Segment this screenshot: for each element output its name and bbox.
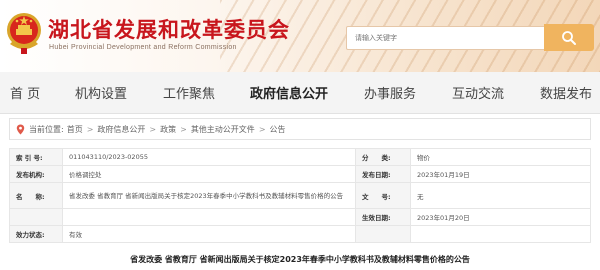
breadcrumb-item-home[interactable]: 首页 [67, 124, 83, 135]
site-header: 湖北省发展和改革委员会 Hubei Provincial Development… [0, 0, 600, 72]
nav-item-services[interactable]: 办事服务 [364, 83, 416, 102]
nav-item-data[interactable]: 数据发布 [540, 83, 592, 102]
breadcrumb-item-notice[interactable]: 公告 [270, 124, 286, 135]
publisher-label: 发布机构: [9, 165, 63, 183]
doc-number-label: 文 号: [355, 182, 411, 209]
effective-date-label: 生效日期: [355, 208, 411, 226]
publish-date-label: 发布日期: [355, 165, 411, 183]
empty-value [62, 208, 356, 226]
empty-label [9, 208, 63, 226]
table-row: 名 称: 省发改委 省教育厅 省新闻出版局关于核定2023年春季中小学教科书及教… [9, 182, 591, 209]
category-value: 物价 [410, 148, 591, 166]
site-subtitle: Hubei Provincial Development and Reform … [49, 44, 237, 51]
site-title[interactable]: 湖北省发展和改革委员会 [48, 14, 290, 44]
breadcrumb-item-gov-info[interactable]: 政府信息公开 [97, 124, 145, 135]
search-icon [562, 30, 576, 45]
breadcrumb-separator: > [149, 124, 157, 134]
nav-item-work-focus[interactable]: 工作聚焦 [163, 83, 215, 102]
empty-value-2 [410, 225, 591, 243]
index-label: 索 引 号: [9, 148, 63, 166]
validity-value: 有效 [62, 225, 356, 243]
index-value: 011043110/2023-02055 [62, 148, 356, 166]
table-row: 索 引 号: 011043110/2023-02055 分 类: 物价 [9, 148, 591, 166]
nav-item-interaction[interactable]: 互动交流 [452, 83, 504, 102]
main-nav: 首 页 机构设置 工作聚焦 政府信息公开 办事服务 互动交流 数据发布 [0, 72, 600, 114]
breadcrumb-separator: > [180, 124, 187, 134]
location-icon [16, 124, 25, 134]
breadcrumb-prefix: 当前位置: [29, 124, 64, 134]
breadcrumb-separator: > [258, 124, 266, 134]
doc-number-value: 无 [410, 182, 591, 209]
publish-date-value: 2023年01月19日 [410, 165, 591, 183]
empty-label-2 [355, 225, 411, 243]
search-button[interactable] [544, 24, 594, 51]
table-row: 效力状态: 有效 [9, 225, 591, 243]
breadcrumb-item-other-files[interactable]: 其他主动公开文件 [191, 124, 255, 135]
name-label: 名 称: [9, 182, 63, 209]
effective-date-value: 2023年01月20日 [410, 208, 591, 226]
document-info-table: 索 引 号: 011043110/2023-02055 分 类: 物价 发布机构… [9, 148, 591, 243]
breadcrumb-separator: > [86, 124, 94, 134]
nav-item-home[interactable]: 首 页 [10, 83, 40, 102]
table-row: 发布机构: 价格调控处 发布日期: 2023年01月19日 [9, 165, 591, 183]
validity-label: 效力状态: [9, 225, 63, 243]
publisher-value: 价格调控处 [62, 165, 356, 183]
breadcrumb: 当前位置: 首页 > 政府信息公开 > 政策 > 其他主动公开文件 > 公告 [9, 118, 591, 140]
document-title: 省发改委 省教育厅 省新闻出版局关于核定2023年春季中小学教科书及教辅材料零售… [130, 255, 470, 264]
name-value: 省发改委 省教育厅 省新闻出版局关于核定2023年春季中小学教科书及教辅材料零售… [62, 182, 356, 209]
nav-item-gov-info[interactable]: 政府信息公开 [250, 83, 328, 102]
national-emblem-icon[interactable] [4, 10, 44, 54]
search-input[interactable] [346, 26, 546, 50]
table-row: 生效日期: 2023年01月20日 [9, 208, 591, 226]
category-label: 分 类: [355, 148, 411, 166]
breadcrumb-item-policy[interactable]: 政策 [160, 124, 176, 135]
nav-item-organization[interactable]: 机构设置 [75, 83, 127, 102]
